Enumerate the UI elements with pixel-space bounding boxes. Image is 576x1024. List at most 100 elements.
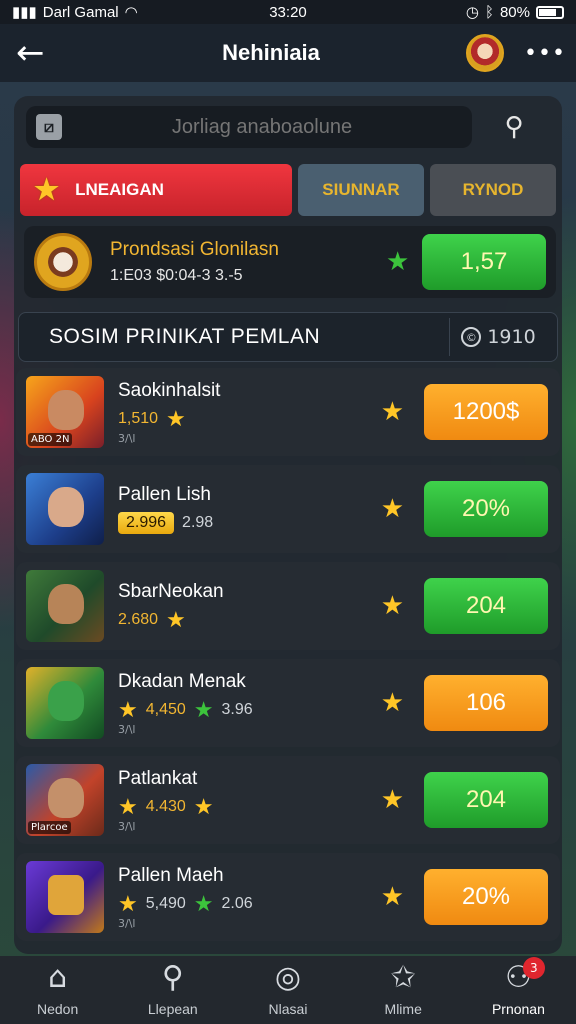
star-icon: ✩: [390, 960, 416, 995]
nav-label: Nedon: [36, 1001, 79, 1017]
favorite-star-icon[interactable]: ★: [381, 690, 404, 716]
search-icon[interactable]: ⚲: [484, 106, 544, 148]
more-options-icon[interactable]: •••: [524, 41, 565, 66]
list-item[interactable]: Pallen Lish 2.996 2.98 ★ 20%: [16, 465, 560, 553]
tab-siunnar[interactable]: SIUNNAR: [298, 164, 424, 216]
favorite-star-icon[interactable]: ★: [381, 593, 404, 619]
game-thumbnail: [26, 667, 104, 739]
featured-card[interactable]: Prondsasi Glonilasn 1:E03 $0:04-3 3.-5 ★…: [24, 226, 556, 298]
item-rating: 4,450: [145, 700, 186, 718]
tab-rynod[interactable]: RYNOD: [430, 164, 556, 216]
favorite-star-icon[interactable]: ★: [381, 399, 404, 425]
rating-star-icon: ★: [166, 607, 186, 632]
nav-label: Prnonan: [491, 1001, 545, 1017]
nav-label: Llepean: [147, 1001, 198, 1017]
item-name: Dkadan Menak: [118, 670, 246, 692]
game-thumbnail: ABO 2N: [26, 376, 104, 448]
notification-badge: 3: [522, 957, 545, 979]
section-header: SOSIM PRINIKAT PEMLAN © 1910: [18, 312, 558, 362]
featured-action-button[interactable]: 1,57: [422, 234, 546, 290]
back-arrow-icon[interactable]: ←: [16, 36, 76, 70]
item-action-button[interactable]: 204: [424, 772, 548, 828]
item-action-button[interactable]: 20%: [424, 481, 548, 537]
section-title: SOSIM PRINIKAT PEMLAN: [49, 325, 321, 348]
nav-item-search[interactable]: ⚲ Llepean: [115, 960, 230, 1018]
favorite-star-icon[interactable]: ★: [381, 884, 404, 910]
clock: 33:20: [269, 3, 307, 21]
item-action-button[interactable]: 1200$: [424, 384, 548, 440]
item-name: SbarNeokan: [118, 581, 224, 602]
tab-label: RYNOD: [462, 180, 524, 199]
featured-name: Prondsasi Glonilasn: [110, 239, 279, 260]
avatar[interactable]: [466, 34, 504, 72]
list-item[interactable]: Dkadan Menak ★ 4,450 ★ 3.96 3/\l ★ 106: [16, 659, 560, 747]
filter-icon[interactable]: ⧄: [36, 114, 62, 140]
home-icon: ⌂: [48, 960, 68, 995]
item-rating: 5,490: [145, 894, 186, 912]
item-sub: 3/\l: [118, 819, 136, 833]
tab-lneaigan[interactable]: ★ LNEAIGAN: [20, 164, 292, 216]
battery-icon: [536, 5, 564, 19]
featured-badge-icon: [34, 233, 92, 291]
game-thumbnail: Plarcoe: [26, 764, 104, 836]
list-item[interactable]: Pallen Maeh ★ 5,490 ★ 2.06 3/\l ★ 20%: [16, 853, 560, 941]
search-field[interactable]: ⧄: [26, 106, 472, 148]
nav-item-favorites[interactable]: ✩ Mlime: [346, 960, 461, 1018]
item-sub: 3/\l: [118, 431, 136, 445]
status-bar: ▮▮▮ Darl Gamal ◠ 33:20 ◷ ᛒ 80%: [0, 0, 576, 24]
game-list: ABO 2N Saokinhalsit 1,510 ★ 3/\l ★ 1200$…: [16, 368, 560, 950]
item-rating-secondary: 2.06: [221, 894, 253, 912]
rating-star-icon: ★: [118, 793, 138, 819]
bluetooth-icon: ᛒ: [484, 3, 494, 21]
coin-counter: © 1910: [449, 318, 547, 356]
list-item[interactable]: SbarNeokan 2.680 ★ ★ 204: [16, 562, 560, 650]
rating-star-icon: ★: [193, 793, 214, 819]
tab-label: SIUNNAR: [322, 180, 400, 199]
nav-item-home[interactable]: ⌂ Nedon: [0, 960, 115, 1018]
nav-label: Nlasai: [268, 1001, 308, 1017]
item-rating: 4.430: [145, 797, 186, 815]
item-name: Pallen Maeh: [118, 864, 224, 886]
item-rating: 1,510: [118, 409, 159, 427]
favorite-star-icon[interactable]: ★: [386, 247, 409, 277]
tab-label: LNEAIGAN: [75, 180, 164, 199]
item-name: Patlankat: [118, 767, 198, 789]
item-sub: 3/\l: [118, 916, 136, 930]
rating-star-icon: ★: [118, 696, 138, 722]
battery-percent: 80%: [499, 3, 530, 21]
category-tabs: ★ LNEAIGAN SIUNNAR RYNOD: [20, 164, 556, 216]
favorite-star-icon[interactable]: ★: [381, 496, 404, 522]
page-title: Nehiniaia: [222, 40, 320, 65]
item-action-button[interactable]: 20%: [424, 869, 548, 925]
bottom-nav: ⌂ Nedon ⚲ Llepean ◎ Nlasai ✩ Mlime ⚇ 3 P…: [0, 956, 576, 1024]
item-action-button[interactable]: 106: [424, 675, 548, 731]
thumbnail-tag: Plarcoe: [28, 821, 71, 834]
search-input[interactable]: [62, 115, 462, 139]
item-name: Pallen Lish: [118, 484, 211, 505]
list-item[interactable]: ABO 2N Saokinhalsit 1,510 ★ 3/\l ★ 1200$: [16, 368, 560, 456]
search-row: ⧄ ⚲: [26, 106, 550, 148]
nav-label: Mlime: [384, 1001, 422, 1017]
list-item[interactable]: Plarcoe Patlankat ★ 4.430 ★ 3/\l ★ 204: [16, 756, 560, 844]
coin-icon: ©: [461, 327, 482, 347]
item-sub: 3/\l: [118, 722, 136, 736]
game-thumbnail: [26, 570, 104, 642]
item-action-button[interactable]: 204: [424, 578, 548, 634]
rating-star-icon: ★: [166, 405, 186, 431]
wifi-icon: ◠: [124, 4, 138, 21]
game-thumbnail: [26, 861, 104, 933]
featured-stats: 1:E03 $0:04-3 3.-5: [110, 267, 243, 284]
item-name: Saokinhalsit: [118, 379, 221, 401]
item-rating: 2.680: [118, 611, 159, 628]
favorite-star-icon[interactable]: ★: [381, 787, 404, 813]
signal-icon: ▮▮▮: [12, 4, 37, 21]
item-rating-secondary: 2.98: [182, 514, 214, 531]
carrier-label: Darl Gamal: [42, 3, 119, 21]
nav-item-profile[interactable]: ⚇ 3 Prnonan: [461, 957, 576, 1017]
rating-star-icon: ★: [118, 890, 138, 916]
coin-count: 1910: [487, 326, 536, 348]
nav-item-games[interactable]: ◎ Nlasai: [230, 963, 345, 1018]
star-icon: ★: [34, 174, 60, 205]
search-icon: ⚲: [161, 960, 184, 995]
thumbnail-tag: ABO 2N: [28, 433, 73, 446]
